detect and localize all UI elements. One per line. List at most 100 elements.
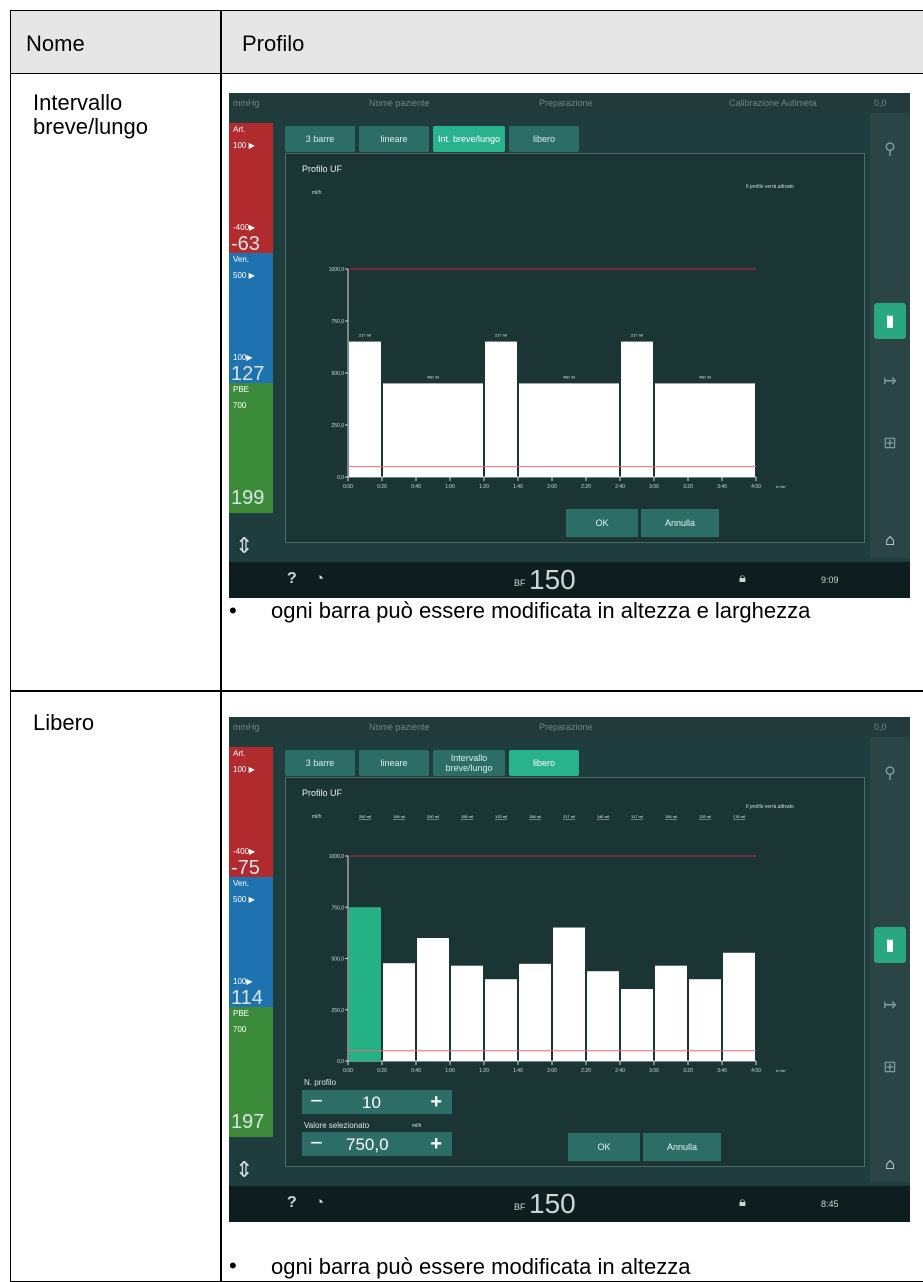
selected-value-label: Valore selezionato: [304, 1121, 370, 1130]
lock-icon[interactable]: 🔒︎: [739, 570, 746, 586]
x-tick-label: 3:00: [649, 484, 659, 490]
activation-note: Il profilo verrà attivato: [746, 184, 794, 190]
y-tick-label: 0,0: [337, 475, 344, 481]
selected-value-stepper[interactable]: − 750,0 +: [302, 1132, 452, 1156]
x-tick-label: 3:40: [717, 484, 727, 490]
row-divider: [11, 690, 923, 692]
cancel-button[interactable]: Annulla: [641, 509, 719, 537]
tab-libero[interactable]: libero: [509, 750, 579, 776]
y-tick-label: 0,0: [337, 1059, 344, 1065]
ven-top: 500 ▶: [233, 895, 255, 904]
ven-block: Ven. 500 ▶ 100▶ 114: [229, 877, 273, 1009]
level-adjust-icon[interactable]: ⇕: [235, 1157, 253, 1183]
profile-panel: Profilo UF Il profilo verrà attivato ml/…: [285, 153, 865, 543]
header-profilo: Profilo: [242, 31, 305, 56]
x-tick-label: 1:40: [513, 484, 523, 490]
ok-button[interactable]: OK: [568, 1133, 640, 1161]
x-tick-label: 0:20: [377, 1068, 387, 1074]
clock-icon[interactable]: ◔: [315, 570, 324, 587]
profile-number-stepper[interactable]: − 10 +: [302, 1090, 452, 1114]
syringe-icon[interactable]: ↦: [874, 987, 906, 1023]
ven-bottom: 100▶: [233, 977, 253, 986]
tab-intervallo[interactable]: Int. breve/lungo: [433, 126, 505, 152]
home-icon[interactable]: ⌂: [874, 1147, 906, 1183]
bar: [519, 383, 619, 477]
x-tick-label: 1:00: [445, 484, 455, 490]
network-icon[interactable]: ⊞: [874, 425, 906, 461]
ven-label: Ven.: [233, 255, 250, 264]
tab-libero[interactable]: libero: [509, 126, 579, 152]
art-label: Art.: [233, 749, 246, 758]
device-screen-intervallo: mmHg Nome paziente Preparazione Calibraz…: [229, 93, 910, 598]
art-top: 100 ▶: [233, 765, 255, 774]
patient-icon[interactable]: ⚲: [874, 131, 906, 167]
clock-icon[interactable]: ◔: [315, 1194, 324, 1211]
device-screen-libero: mmHg Nome paziente Preparazione 0,0 Art.…: [229, 717, 910, 1222]
bar: [723, 952, 755, 1061]
help-icon[interactable]: ?: [287, 1194, 297, 1212]
tab-lineare[interactable]: lineare: [359, 750, 429, 776]
phase-label: Preparazione: [539, 722, 593, 732]
top-volume-label: 133 ml: [495, 814, 507, 819]
tab-intervallo[interactable]: Intervallo breve/lungo: [433, 750, 505, 776]
bar: [553, 927, 585, 1061]
tab-lineare[interactable]: lineare: [359, 126, 429, 152]
bar-label: 217 ml: [495, 333, 507, 338]
syringe-icon[interactable]: ↦: [874, 363, 906, 399]
bar: [621, 989, 653, 1061]
x-axis-label: h:min: [776, 1068, 786, 1073]
minus-icon[interactable]: −: [310, 1090, 323, 1112]
bar: [349, 907, 381, 1061]
plus-icon[interactable]: +: [430, 1132, 442, 1156]
uf-profile-chart: 0,0 250,0 500,0 750,0 1000,0 0:00 0:20 0:40 1:00…: [329, 814, 786, 1074]
bf-value: 150: [529, 1188, 576, 1219]
cancel-button[interactable]: Annulla: [643, 1133, 721, 1161]
bf-value: 150: [529, 564, 576, 595]
pbe-block: PBE 700 197: [229, 1007, 273, 1137]
ok-button[interactable]: OK: [566, 509, 638, 537]
right-toolbar: ⚲ ▮ ↦ ⊞ ⌂: [870, 113, 910, 558]
ven-bottom: 100▶: [233, 353, 253, 362]
plus-icon[interactable]: +: [430, 1090, 442, 1114]
bar: [417, 938, 449, 1061]
help-icon[interactable]: ?: [287, 570, 297, 588]
art-bottom: -400▶: [233, 223, 256, 232]
minus-icon[interactable]: −: [310, 1132, 323, 1154]
art-top: 100 ▶: [233, 141, 255, 150]
calibration-label: Calibrazione Autimeta: [729, 98, 817, 108]
tab-3-barre[interactable]: 3 barre: [285, 750, 355, 776]
x-tick-label: 3:00: [649, 1068, 659, 1074]
art-block: Art. 100 ▶ -400▶ -63: [229, 123, 273, 255]
bf-label: BF: [514, 578, 526, 588]
bar: [485, 341, 517, 477]
x-tick-label: 1:20: [479, 484, 489, 490]
y-tick-label: 500,0: [331, 957, 344, 963]
network-icon[interactable]: ⊞: [874, 1049, 906, 1085]
pbe-label: PBE: [233, 385, 250, 394]
level-adjust-icon[interactable]: ⇕: [235, 533, 253, 559]
x-tick-label: 0:40: [411, 1068, 421, 1074]
pbe-value: 197: [231, 1111, 265, 1133]
ven-top: 500 ▶: [233, 271, 255, 280]
patient-icon[interactable]: ⚲: [874, 755, 906, 791]
uf-profile-icon[interactable]: ▮: [874, 303, 906, 339]
x-tick-label: 0:00: [343, 484, 353, 490]
lock-icon[interactable]: 🔒︎: [739, 1194, 746, 1210]
art-label: Art.: [233, 125, 246, 134]
home-icon[interactable]: ⌂: [874, 523, 906, 559]
bullet-dot: •: [229, 598, 237, 623]
top-volume-label: 250 ml: [359, 814, 371, 819]
bar: [519, 963, 551, 1061]
bar: [451, 965, 483, 1061]
y-tick-label: 750,0: [331, 905, 344, 911]
clock-time: 8:45: [821, 1199, 839, 1209]
activation-note: Il profilo verrà attivato: [746, 804, 794, 810]
bar-label: 450 ml: [427, 374, 439, 379]
uf-profile-icon[interactable]: ▮: [874, 927, 906, 963]
bar: [349, 341, 381, 477]
y-tick-label: 500,0: [331, 371, 344, 377]
x-axis-label: h:min: [776, 484, 786, 489]
tab-3-barre[interactable]: 3 barre: [285, 126, 355, 152]
ven-label: Ven.: [233, 879, 250, 888]
panel-title: Profilo UF: [302, 164, 343, 174]
